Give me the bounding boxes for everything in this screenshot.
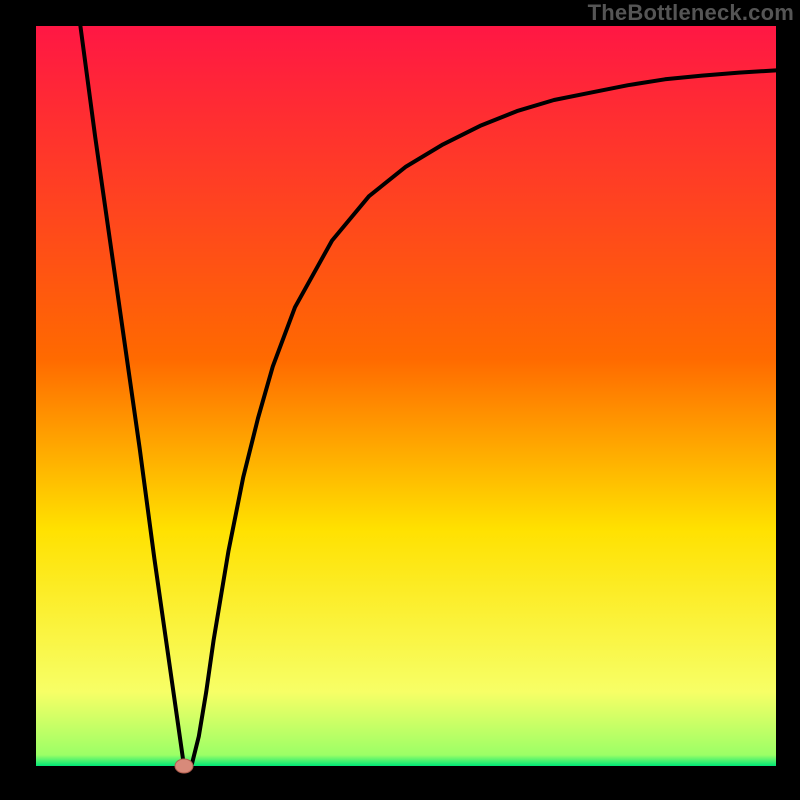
bottleneck-chart	[0, 0, 800, 800]
plot-background	[36, 26, 776, 766]
watermark-text: TheBottleneck.com	[588, 0, 794, 26]
chart-container: TheBottleneck.com	[0, 0, 800, 800]
optimal-point-marker	[175, 759, 193, 773]
